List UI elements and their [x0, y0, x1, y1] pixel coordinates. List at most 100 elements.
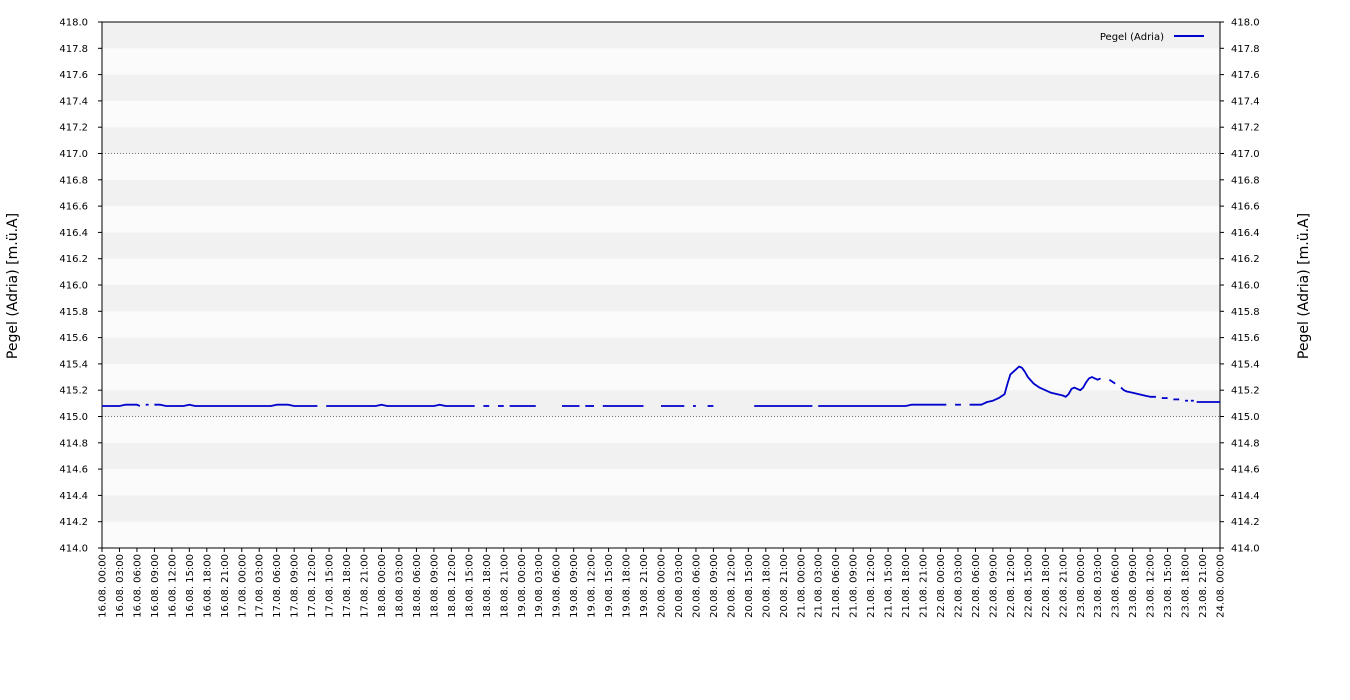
x-tick-label: 21.08. 12:00 [866, 554, 877, 618]
x-tick-label: 16.08. 09:00 [150, 554, 161, 618]
x-axis-ticks: 16.08. 00:00 16.08. 03:00 16.08. 06:00 16.0… [98, 548, 1227, 618]
y-tick-label-right: 416.6 [1231, 202, 1260, 213]
x-tick-label: 23.08. 18:00 [1181, 554, 1192, 618]
background-band [102, 22, 1220, 49]
x-tick-label: 17.08. 09:00 [290, 554, 301, 618]
y-tick-label-right: 415.6 [1231, 333, 1260, 344]
x-tick-label: 20.08. 03:00 [674, 554, 685, 618]
y-tick-label-right: 415.0 [1231, 412, 1260, 423]
x-tick-label: 22.08. 03:00 [953, 554, 964, 618]
x-tick-label: 23.08. 15:00 [1163, 554, 1174, 618]
background-band [102, 442, 1220, 470]
x-tick-label: 23.08. 06:00 [1111, 554, 1122, 618]
x-tick-label: 22.08. 18:00 [1041, 554, 1052, 618]
background-band [102, 416, 1220, 443]
background-band [102, 206, 1220, 233]
y-tick-label-right: 414.4 [1231, 491, 1260, 502]
x-tick-label: 20.08. 18:00 [761, 554, 772, 618]
x-tick-label: 19.08. 15:00 [604, 554, 615, 618]
y-tick-label-right: 414.0 [1231, 544, 1260, 555]
x-tick-label: 21.08. 21:00 [919, 554, 930, 618]
background-band [102, 390, 1220, 417]
x-tick-label: 19.08. 09:00 [569, 554, 580, 618]
y-tick-label-right: 414.6 [1231, 465, 1260, 476]
x-tick-label: 18.08. 21:00 [499, 554, 510, 618]
x-tick-label: 20.08. 15:00 [744, 554, 755, 618]
x-tick-label: 16.08. 03:00 [115, 554, 126, 618]
x-tick-label: 16.08. 15:00 [185, 554, 196, 618]
legend-label: Pegel (Adria) [1100, 32, 1164, 43]
x-tick-label: 20.08. 06:00 [691, 554, 702, 618]
y-tick-label-left: 417.8 [59, 44, 88, 55]
background-band [102, 179, 1220, 207]
background-band [102, 48, 1220, 75]
background-band [102, 495, 1220, 522]
y-axis-title-right: Pegel (Adria) [m.ü.A] [1296, 213, 1312, 359]
y-tick-label-right: 416.2 [1231, 254, 1260, 265]
x-tick-label: 20.08. 09:00 [709, 554, 720, 618]
x-tick-label: 19.08. 03:00 [534, 554, 545, 618]
x-tick-label: 21.08. 09:00 [849, 554, 860, 618]
x-tick-label: 23.08. 12:00 [1146, 554, 1157, 618]
y-tick-label-left: 414.6 [59, 465, 88, 476]
y-axis-title-left: Pegel (Adria) [m.ü.A] [5, 213, 21, 359]
y-tick-label-right: 418.0 [1231, 18, 1260, 29]
background-band [102, 127, 1220, 154]
x-tick-label: 18.08. 12:00 [447, 554, 458, 618]
y-tick-label-left: 416.8 [59, 175, 88, 186]
x-tick-label: 20.08. 21:00 [779, 554, 790, 618]
x-tick-label: 16.08. 06:00 [132, 554, 143, 618]
y-tick-label-left: 415.6 [59, 333, 88, 344]
x-tick-label: 21.08. 06:00 [831, 554, 842, 618]
y-tick-label-right: 414.8 [1231, 438, 1260, 449]
x-tick-label: 23.08. 09:00 [1128, 554, 1139, 618]
x-tick-label: 23.08. 00:00 [1076, 554, 1087, 618]
x-tick-label: 17.08. 15:00 [325, 554, 336, 618]
y-tick-label-right: 414.2 [1231, 517, 1260, 528]
y-tick-label-left: 414.4 [59, 491, 88, 502]
y-tick-label-left: 414.2 [59, 517, 88, 528]
x-tick-label: 18.08. 06:00 [412, 554, 423, 618]
background-band [102, 153, 1220, 180]
x-tick-label: 22.08. 15:00 [1023, 554, 1034, 618]
y-tick-label-right: 416.0 [1231, 281, 1260, 292]
x-tick-label: 21.08. 15:00 [884, 554, 895, 618]
x-tick-label: 18.08. 18:00 [482, 554, 493, 618]
x-tick-label: 17.08. 00:00 [237, 554, 248, 618]
background-band [102, 74, 1220, 101]
x-tick-label: 22.08. 12:00 [1006, 554, 1017, 618]
x-tick-label: 20.08. 12:00 [726, 554, 737, 618]
x-tick-label: 17.08. 12:00 [307, 554, 318, 618]
y-tick-label-left: 416.0 [59, 281, 88, 292]
y-tick-label-right: 415.2 [1231, 386, 1260, 397]
background-band [102, 232, 1220, 259]
y-tick-label-right: 416.4 [1231, 228, 1260, 239]
background-band [102, 258, 1220, 285]
x-tick-label: 18.08. 15:00 [464, 554, 475, 618]
y-tick-label-left: 418.0 [59, 18, 88, 29]
x-tick-label: 19.08. 21:00 [639, 554, 650, 618]
y-tick-label-right: 417.0 [1231, 149, 1260, 160]
y-tick-label-left: 414.8 [59, 438, 88, 449]
background-band [102, 337, 1220, 364]
y-tick-label-left: 416.2 [59, 254, 88, 265]
x-tick-label: 18.08. 00:00 [377, 554, 388, 618]
y-tick-label-left: 415.2 [59, 386, 88, 397]
background-band [102, 285, 1220, 312]
y-tick-label-left: 415.4 [59, 359, 88, 370]
x-tick-label: 22.08. 09:00 [988, 554, 999, 618]
y-tick-label-right: 417.4 [1231, 96, 1260, 107]
x-tick-label: 16.08. 21:00 [220, 554, 231, 618]
y-tick-label-left: 416.6 [59, 202, 88, 213]
x-tick-label: 22.08. 21:00 [1058, 554, 1069, 618]
y-tick-label-left: 414.0 [59, 544, 88, 555]
y-tick-label-right: 417.6 [1231, 70, 1260, 81]
x-tick-label: 24.08. 00:00 [1216, 554, 1227, 618]
x-tick-label: 16.08. 18:00 [202, 554, 213, 618]
x-tick-label: 19.08. 00:00 [517, 554, 528, 618]
y-tick-label-left: 417.2 [59, 123, 88, 134]
x-tick-label: 23.08. 03:00 [1093, 554, 1104, 618]
y-tick-label-right: 415.4 [1231, 359, 1260, 370]
y-tick-label-right: 417.8 [1231, 44, 1260, 55]
x-tick-label: 17.08. 21:00 [360, 554, 371, 618]
